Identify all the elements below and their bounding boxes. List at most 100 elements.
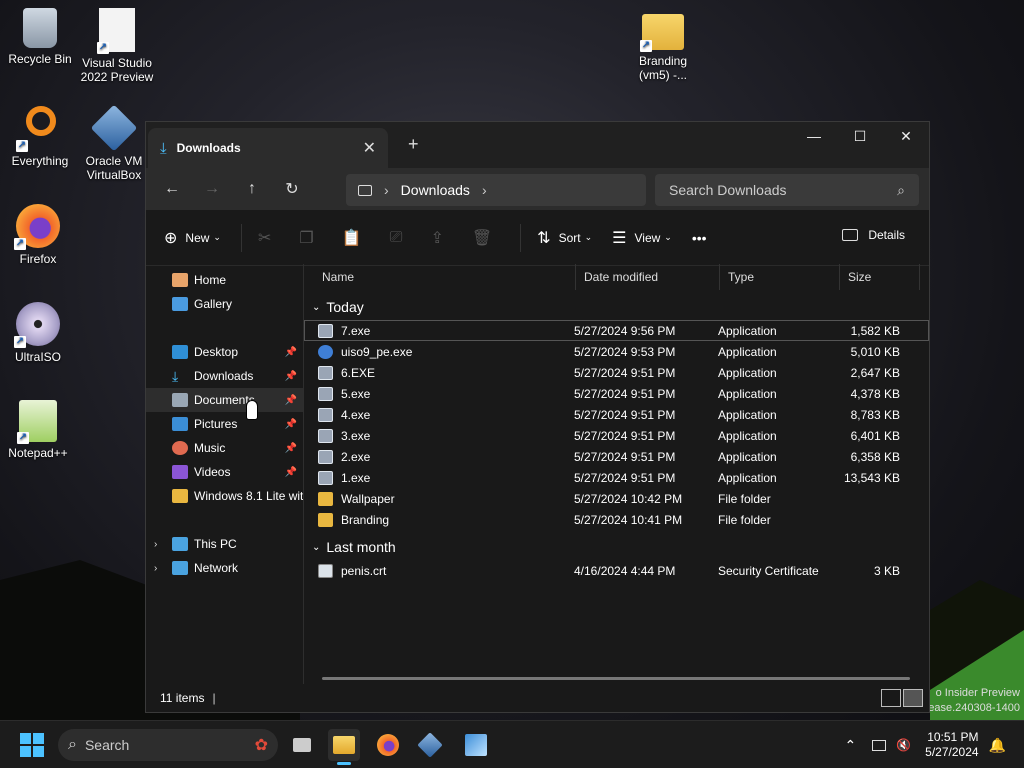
plus-circle-icon: ⊕ [164,229,178,247]
taskbar-file-explorer[interactable] [328,729,360,765]
more-options-button[interactable]: ••• [692,230,707,246]
details-view-button[interactable] [881,689,901,707]
column-header-name[interactable]: Name [304,264,576,290]
sidebar-item-downloads[interactable]: ⤓ Downloads 📌 [146,364,303,388]
chevron-right-icon[interactable]: › [154,539,157,550]
notification-bell-icon[interactable]: 🔔 [989,737,1006,754]
close-button[interactable]: ✕ [883,122,929,152]
sort-icon: ⇅ [537,229,551,247]
group-header-today[interactable]: ⌄ Today [304,294,929,320]
file-size-cell: 8,783 KB [850,407,900,422]
group-header-last-month[interactable]: ⌄ Last month [304,534,929,560]
forward-arrow-icon[interactable]: → [192,180,232,198]
sidebar-item-windows-81[interactable]: Windows 8.1 Lite wit [146,484,303,508]
desktop-icon-visual-studio[interactable]: ↗ Visual Studio 2022 Preview [79,8,155,84]
desktop-icon-branding[interactable]: ↗ Branding (vm5) -... [625,8,701,82]
close-tab-icon[interactable]: ✕ [363,138,376,158]
sidebar-item-this-pc[interactable]: › This PC [146,532,303,556]
application-icon [318,323,333,338]
sidebar-item-videos[interactable]: Videos 📌 [146,460,303,484]
desktop-icon-recycle-bin[interactable]: Recycle Bin [2,8,78,66]
paste-button[interactable]: 📋 [342,228,370,248]
folder-icon [318,512,333,527]
delete-button[interactable]: 🗑 [472,228,500,248]
search-input[interactable]: Search Downloads ⌕ [655,174,919,206]
view-button[interactable]: ☰ View ⌄ [612,228,672,248]
file-row[interactable]: 6.EXE 5/27/2024 9:51 PM Application 2,647 K… [304,362,929,383]
tiles-view-button[interactable] [903,689,923,707]
taskbar-firefox[interactable] [372,729,404,761]
chevron-right-icon[interactable]: › [154,563,157,574]
pin-icon[interactable]: 📌 [285,347,297,358]
file-row[interactable]: 4.exe 5/27/2024 9:51 PM Application 8,783 K… [304,404,929,425]
copy-button[interactable]: ❐ [299,228,321,248]
desktop-icon-everything[interactable]: ↗ Everything [2,106,78,168]
tab-downloads[interactable]: ⤓ Downloads ✕ [148,128,388,168]
file-date-cell: 5/27/2024 10:41 PM [574,512,683,527]
minimize-button[interactable]: — [791,122,837,152]
pin-icon[interactable]: 📌 [285,443,297,454]
file-row[interactable]: 1.exe 5/27/2024 9:51 PM Application 13,543 … [304,467,929,488]
maximize-button[interactable]: ☐ [837,122,883,152]
file-row[interactable]: 2.exe 5/27/2024 9:51 PM Application 6,358 K… [304,446,929,467]
sidebar-item-pictures[interactable]: Pictures 📌 [146,412,303,436]
column-header-type[interactable]: Type [720,264,840,290]
column-header-size[interactable]: Size [840,264,920,290]
new-tab-button[interactable]: + [408,134,419,155]
cut-button[interactable]: ✂ [258,228,279,248]
rename-button[interactable]: ⎚ [390,229,411,247]
clock[interactable]: 10:51 PM 5/27/2024 [925,730,978,760]
sort-button[interactable]: ⇅ Sort ⌄ [537,228,592,248]
virtualbox-icon [90,104,138,152]
chevron-right-icon[interactable]: › [482,182,487,198]
sidebar-item-music[interactable]: Music 📌 [146,436,303,460]
desktop-icon-virtualbox[interactable]: Oracle VM VirtualBox [76,104,152,182]
sidebar-item-documents[interactable]: Documents 📌 [146,388,303,412]
desktop-icon-ultraiso[interactable]: ↗ UltraISO [0,302,76,364]
document-icon: ↗ [97,8,135,54]
file-name-cell: penis.crt [304,563,566,578]
file-type-cell: File folder [718,491,771,506]
share-icon: ⇪ [430,229,444,247]
search-icon: ⌕ [897,181,905,198]
desktop-icon-firefox[interactable]: ↗ Firefox [0,204,76,266]
rename-icon: ⎚ [389,228,403,246]
pin-icon[interactable]: 📌 [285,419,297,430]
desktop-icon-notepadpp[interactable]: ↗ Notepad++ [0,400,76,460]
file-row[interactable]: Wallpaper 5/27/2024 10:42 PM File folder [304,488,929,509]
chevron-up-icon[interactable]: ⌃ [844,737,856,754]
address-bar[interactable]: › Downloads › [346,174,646,206]
sidebar-item-desktop[interactable]: Desktop 📌 [146,340,303,364]
pin-icon[interactable]: 📌 [285,395,297,406]
taskbar-search[interactable]: ⌕ Search ✿ [58,729,278,761]
file-row[interactable]: 5.exe 5/27/2024 9:51 PM Application 4,378 K… [304,383,929,404]
horizontal-scrollbar[interactable] [322,677,910,680]
sidebar-item-gallery[interactable]: Gallery [146,292,303,316]
file-row[interactable]: Branding 5/27/2024 10:41 PM File folder [304,509,929,530]
title-bar[interactable]: ⤓ Downloads ✕ + — ☐ ✕ [146,122,929,168]
task-view-button[interactable] [286,729,318,761]
refresh-icon[interactable]: ↻ [272,179,312,199]
sidebar-item-network[interactable]: › Network [146,556,303,580]
file-row[interactable]: 3.exe 5/27/2024 9:51 PM Application 6,401 K… [304,425,929,446]
volume-muted-icon[interactable]: 🔇 [896,738,911,752]
file-row[interactable]: uiso9_pe.exe 5/27/2024 9:53 PM Application… [304,341,929,362]
sidebar-item-home[interactable]: Home [146,268,303,292]
file-row[interactable]: 7.exe 5/27/2024 9:56 PM Application 1,582 K… [304,320,929,341]
pin-icon[interactable]: 📌 [285,371,297,382]
up-arrow-icon[interactable]: ↑ [232,180,272,198]
notepadpp-icon: ↗ [17,400,57,444]
start-button[interactable] [20,733,44,757]
network-icon[interactable] [872,739,887,751]
share-button[interactable]: ⇪ [430,228,451,248]
file-type-cell: Application [718,386,777,401]
new-button[interactable]: ⊕ New ⌄ [164,228,221,248]
details-pane-button[interactable]: Details [842,228,905,242]
globe-app-icon [318,344,333,359]
back-arrow-icon[interactable]: ← [152,180,192,198]
file-row[interactable]: penis.crt 4/16/2024 4:44 PM Security Certi… [304,560,929,581]
column-header-date[interactable]: Date modified [576,264,720,290]
taskbar-app[interactable] [460,729,492,761]
pin-icon[interactable]: 📌 [285,467,297,478]
taskbar-virtualbox[interactable] [414,729,446,761]
